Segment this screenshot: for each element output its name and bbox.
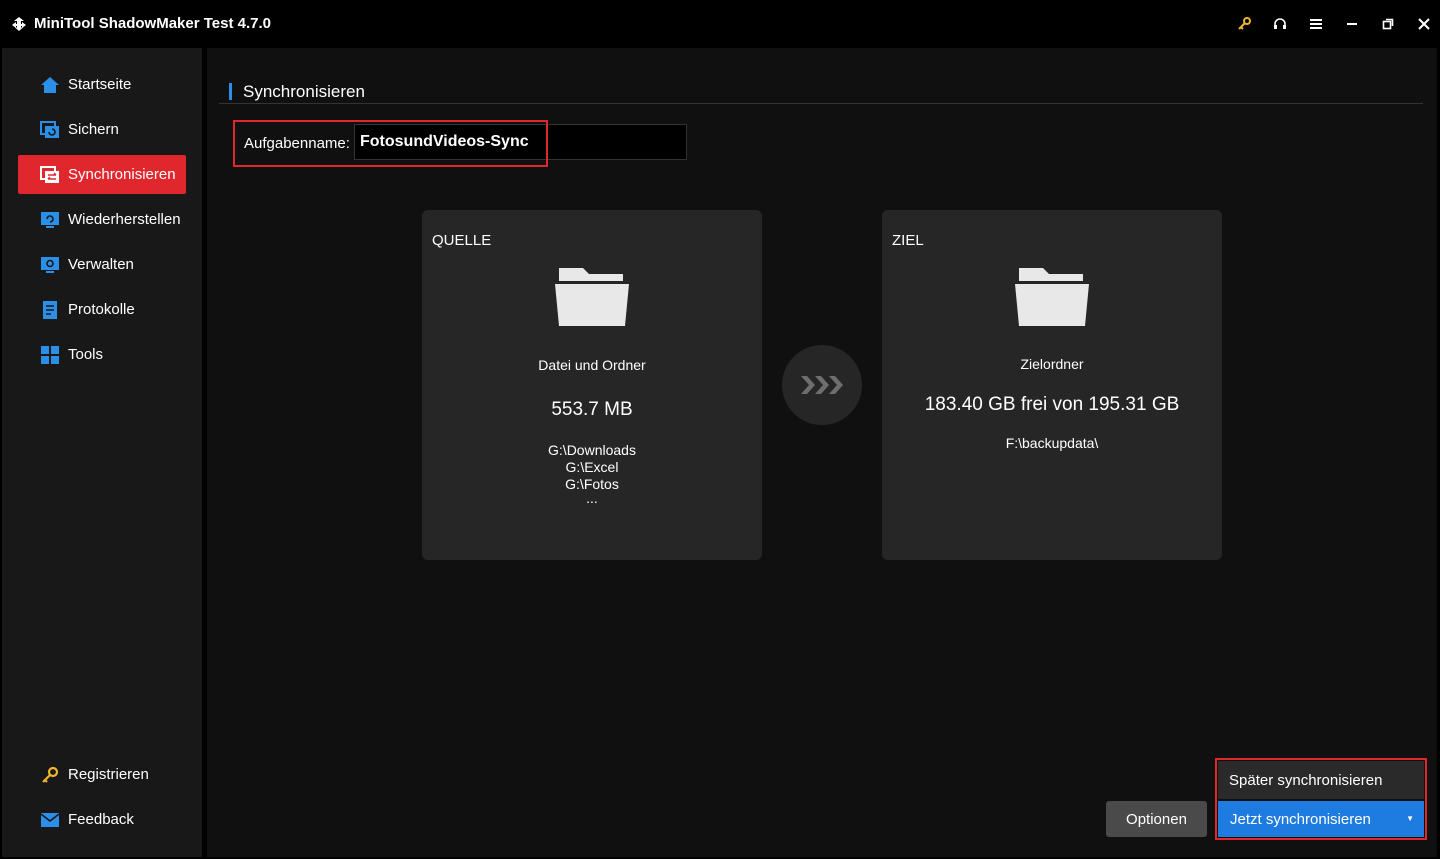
source-type: Datei und Ordner bbox=[538, 357, 646, 373]
target-card[interactable]: ZIEL Zielordner 183.40 GB frei von 195.3… bbox=[882, 210, 1222, 560]
mail-icon bbox=[40, 810, 60, 830]
sync-now-label: Jetzt synchronisieren bbox=[1230, 810, 1371, 828]
minimize-icon[interactable] bbox=[1342, 14, 1362, 34]
sidebar-item-label: Wiederherstellen bbox=[68, 211, 181, 228]
options-button[interactable]: Optionen bbox=[1106, 801, 1207, 837]
manage-icon bbox=[40, 255, 60, 275]
menu-icon[interactable] bbox=[1306, 14, 1326, 34]
restore-icon[interactable] bbox=[1378, 14, 1398, 34]
register-link[interactable]: Registrieren bbox=[18, 755, 186, 794]
logs-icon bbox=[40, 300, 60, 320]
folder-icon bbox=[555, 268, 629, 326]
source-size: 553.7 MB bbox=[551, 399, 633, 420]
sidebar-item-label: Protokolle bbox=[68, 301, 135, 318]
task-name-label: Aufgabenname: bbox=[244, 135, 350, 152]
target-path: F:\backupdata\ bbox=[1005, 435, 1099, 451]
target-space: 183.40 GB frei von 195.31 GB bbox=[924, 394, 1180, 415]
main-panel: Synchronisieren Aufgabenname: QUELLE Dat… bbox=[207, 48, 1437, 857]
key-icon[interactable] bbox=[1234, 14, 1254, 34]
feedback-link[interactable]: Feedback bbox=[18, 800, 186, 839]
sidebar-item-label: Sichern bbox=[68, 121, 119, 138]
source-path: G:\Downloads bbox=[548, 442, 636, 458]
sidebar-item-label: Tools bbox=[68, 346, 104, 363]
title-divider bbox=[219, 103, 1423, 104]
source-card[interactable]: QUELLE Datei und Ordner 553.7 MB G:\Down… bbox=[422, 210, 762, 560]
source-heading: QUELLE bbox=[432, 232, 492, 249]
key-icon bbox=[40, 765, 60, 785]
sidebar-item-synchronisieren[interactable]: Synchronisieren bbox=[18, 155, 186, 194]
app-title: MiniTool ShadowMaker Test 4.7.0 bbox=[34, 15, 271, 32]
page-title: Synchronisieren bbox=[229, 82, 365, 102]
headset-icon[interactable] bbox=[1270, 14, 1290, 34]
sidebar-item-protokolle[interactable]: Protokolle bbox=[18, 290, 186, 329]
home-icon bbox=[40, 75, 60, 95]
title-bar: MiniTool ShadowMaker Test 4.7.0 bbox=[0, 0, 1440, 48]
sync-now-button[interactable]: Jetzt synchronisieren ▼ bbox=[1218, 801, 1424, 837]
feedback-label: Feedback bbox=[68, 811, 134, 828]
caret-down-icon[interactable]: ▼ bbox=[1406, 814, 1414, 823]
close-icon[interactable] bbox=[1414, 14, 1434, 34]
sidebar-item-startseite[interactable]: Startseite bbox=[18, 65, 186, 104]
sidebar: Startseite Sichern Synchronisieren Wiede… bbox=[2, 48, 202, 857]
sidebar-item-sichern[interactable]: Sichern bbox=[18, 110, 186, 149]
source-path-more: ... bbox=[586, 490, 598, 506]
chevrons-right-icon bbox=[782, 345, 862, 425]
sidebar-item-wiederherstellen[interactable]: Wiederherstellen bbox=[18, 200, 186, 239]
sync-later-menu-item[interactable]: Später synchronisieren bbox=[1218, 761, 1424, 799]
target-type: Zielordner bbox=[1020, 356, 1084, 372]
sidebar-item-tools[interactable]: Tools bbox=[18, 335, 186, 374]
sidebar-item-label: Startseite bbox=[68, 76, 132, 93]
app-logo-icon bbox=[12, 17, 26, 31]
folder-icon bbox=[1015, 268, 1089, 326]
source-path: G:\Excel bbox=[565, 459, 619, 475]
sidebar-item-verwalten[interactable]: Verwalten bbox=[18, 245, 186, 284]
target-heading: ZIEL bbox=[892, 232, 924, 249]
restore-icon bbox=[40, 210, 60, 230]
sidebar-item-label: Synchronisieren bbox=[68, 166, 176, 183]
sidebar-item-label: Verwalten bbox=[68, 256, 134, 273]
tools-icon bbox=[40, 345, 60, 365]
register-label: Registrieren bbox=[68, 766, 149, 783]
backup-icon bbox=[40, 120, 60, 140]
sync-icon bbox=[40, 165, 60, 185]
task-name-input[interactable] bbox=[354, 124, 687, 160]
